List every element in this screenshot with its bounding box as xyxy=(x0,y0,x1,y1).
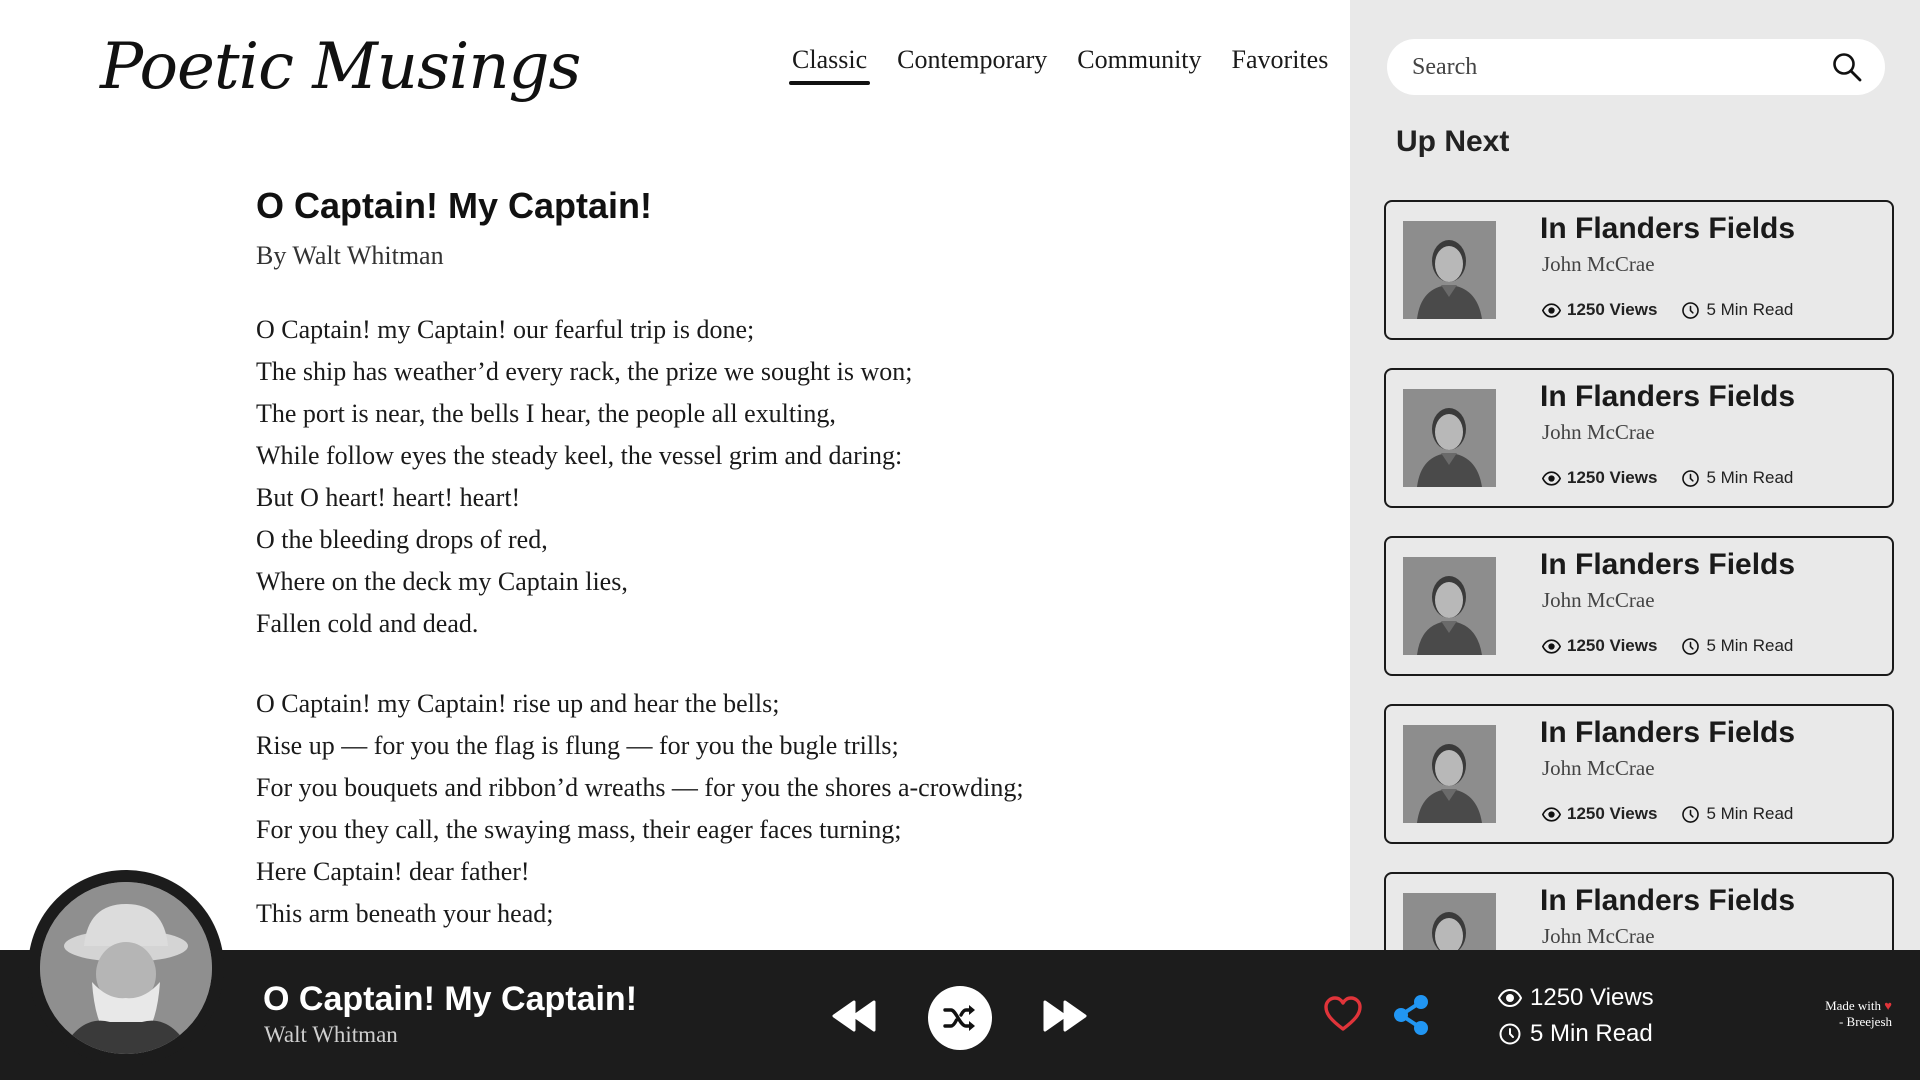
card-title: In Flanders Fields xyxy=(1540,884,1796,917)
card-read-time: 5 Min Read xyxy=(1706,300,1794,319)
main-nav: Classic Contemporary Community Favorites xyxy=(788,45,1329,85)
card-meta: 1250 Views 5 Min Read xyxy=(1542,300,1793,320)
poem-line: The port is near, the bells I hear, the … xyxy=(256,399,836,428)
poem-line: While follow eyes the steady keel, the v… xyxy=(256,441,903,470)
card-title: In Flanders Fields xyxy=(1540,548,1796,581)
author-portrait xyxy=(1403,221,1496,319)
eye-icon xyxy=(1542,470,1561,486)
up-next-card[interactable]: In Flanders Fields John McCrae 1250 View… xyxy=(1384,368,1894,508)
card-author: John McCrae xyxy=(1542,252,1655,276)
card-views: 1250 Views xyxy=(1567,300,1658,319)
nav-item-contemporary[interactable]: Contemporary xyxy=(897,45,1047,85)
card-author: John McCrae xyxy=(1542,420,1655,444)
author-portrait xyxy=(1403,725,1496,823)
heart-icon[interactable] xyxy=(1323,994,1363,1034)
search-icon[interactable] xyxy=(1831,51,1863,83)
card-title: In Flanders Fields xyxy=(1540,380,1796,413)
nav-item-favorites[interactable]: Favorites xyxy=(1232,45,1329,85)
card-meta: 1250 Views 5 Min Read xyxy=(1542,636,1793,656)
poem-line: O Captain! my Captain! rise up and hear … xyxy=(256,689,780,718)
shuffle-button[interactable] xyxy=(928,986,992,1050)
poem-line: O the bleeding drops of red, xyxy=(256,525,548,554)
poem-line: For you they call, the swaying mass, the… xyxy=(256,815,902,844)
author-portrait xyxy=(1403,389,1496,487)
nav-item-community[interactable]: Community xyxy=(1077,45,1201,85)
up-next-list: In Flanders Fields John McCrae 1250 View… xyxy=(1384,200,1894,950)
card-read-time: 5 Min Read xyxy=(1706,468,1794,487)
card-views: 1250 Views xyxy=(1567,468,1658,487)
card-meta: 1250 Views 5 Min Read xyxy=(1542,804,1793,824)
player-views: 1250 Views xyxy=(1530,984,1654,1011)
card-author: John McCrae xyxy=(1542,756,1655,780)
card-read-time: 5 Min Read xyxy=(1706,804,1794,823)
player-bar: O Captain! My Captain! Walt Whitman 1250… xyxy=(0,950,1920,1080)
now-playing-title: O Captain! My Captain! xyxy=(263,980,638,1018)
card-title: In Flanders Fields xyxy=(1540,212,1796,245)
heart-small-icon: ♥ xyxy=(1884,998,1892,1013)
eye-icon xyxy=(1542,638,1561,654)
search-bar xyxy=(1387,39,1885,95)
clock-icon xyxy=(1682,637,1700,655)
poem-line: Rise up — for you the flag is flung — fo… xyxy=(256,731,899,760)
card-views: 1250 Views xyxy=(1567,804,1658,823)
poem-line: Here Captain! dear father! xyxy=(256,857,530,886)
card-views: 1250 Views xyxy=(1567,636,1658,655)
card-read-time: 5 Min Read xyxy=(1706,636,1794,655)
poem-line: For you bouquets and ribbon’d wreaths — … xyxy=(256,773,1024,802)
clock-icon xyxy=(1499,1023,1521,1045)
clock-icon xyxy=(1682,805,1700,823)
clock-icon xyxy=(1682,469,1700,487)
up-next-heading: Up Next xyxy=(1396,125,1510,158)
avatar xyxy=(40,882,212,1054)
author-portrait xyxy=(1403,893,1496,950)
poem-line: This arm beneath your head; xyxy=(256,899,554,928)
card-title: In Flanders Fields xyxy=(1540,716,1796,749)
search-input[interactable] xyxy=(1412,53,1831,81)
poem: O Captain! My Captain! By Walt Whitman O… xyxy=(256,185,1156,935)
poem-line: Where on the deck my Captain lies, xyxy=(256,567,628,596)
shuffle-icon xyxy=(943,1005,975,1031)
credit-text: Made with xyxy=(1825,998,1882,1013)
author-portrait xyxy=(1403,557,1496,655)
clock-icon xyxy=(1682,301,1700,319)
poem-stanza-2: O Captain! my Captain! rise up and hear … xyxy=(256,683,1156,935)
eye-icon xyxy=(1542,302,1561,318)
poem-line: The ship has weather’d every rack, the p… xyxy=(256,357,913,386)
share-icon[interactable] xyxy=(1392,994,1430,1036)
nav-item-classic[interactable]: Classic xyxy=(788,45,871,85)
player-stats: 1250 Views 5 Min Read xyxy=(1498,980,1654,1052)
credit: Made with ♥ - Breejesh xyxy=(1825,998,1892,1030)
up-next-card[interactable]: In Flanders Fields John McCrae 1250 View… xyxy=(1384,200,1894,340)
poem-line: But O heart! heart! heart! xyxy=(256,483,521,512)
now-playing-avatar xyxy=(28,870,224,1066)
poem-stanza-1: O Captain! my Captain! our fearful trip … xyxy=(256,309,1156,645)
credit-author: - Breejesh xyxy=(1838,1014,1892,1029)
up-next-card[interactable]: In Flanders Fields John McCrae 1250 View… xyxy=(1384,704,1894,844)
card-author: John McCrae xyxy=(1542,924,1655,948)
eye-icon xyxy=(1542,806,1561,822)
poem-title: O Captain! My Captain! xyxy=(256,185,653,226)
up-next-sidebar: Up Next In Flanders Fields John McCrae 1… xyxy=(1350,0,1920,950)
poem-line: Fallen cold and dead. xyxy=(256,609,479,638)
card-meta: 1250 Views 5 Min Read xyxy=(1542,468,1793,488)
up-next-card[interactable]: In Flanders Fields John McCrae 1250 View… xyxy=(1384,536,1894,676)
up-next-card[interactable]: In Flanders Fields John McCrae 1250 View… xyxy=(1384,872,1894,950)
poem-line: O Captain! my Captain! our fearful trip … xyxy=(256,315,755,344)
main-content: Poetic Musings Classic Contemporary Comm… xyxy=(0,0,1350,950)
eye-icon xyxy=(1498,988,1522,1008)
site-logo[interactable]: Poetic Musings xyxy=(100,30,581,104)
rewind-icon[interactable] xyxy=(832,998,876,1034)
poem-author: By Walt Whitman xyxy=(256,241,444,270)
card-author: John McCrae xyxy=(1542,588,1655,612)
now-playing-author: Walt Whitman xyxy=(264,1022,398,1047)
fast-forward-icon[interactable] xyxy=(1043,998,1087,1034)
player-read-time: 5 Min Read xyxy=(1530,1020,1653,1047)
